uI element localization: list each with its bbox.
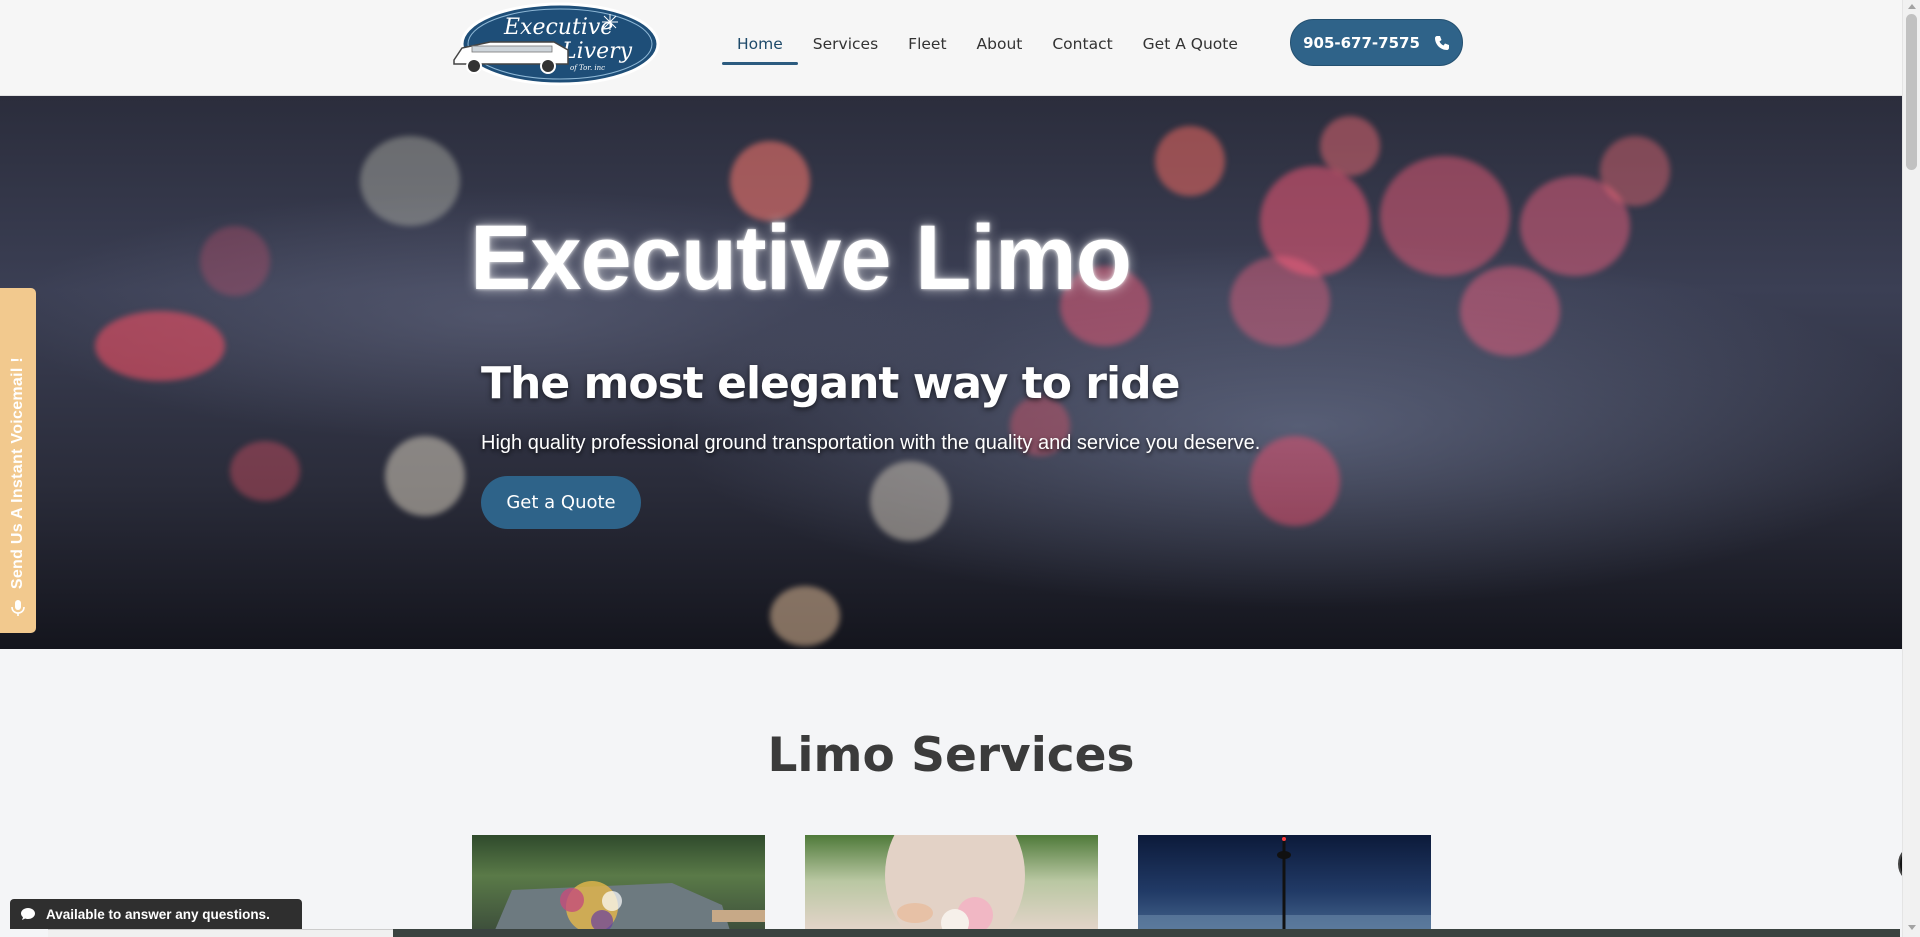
hero-banner: Executive Limo The most elegant way to r… [0, 96, 1902, 649]
hero-description: High quality professional ground transpo… [481, 432, 1261, 454]
voicemail-label: Send Us A Instant Voicemail ! [9, 356, 26, 589]
logo-text-executive: Executive [503, 15, 613, 40]
bottom-bar-input [48, 929, 393, 937]
service-card-wedding-car[interactable] [472, 835, 765, 937]
bokeh-light [1250, 436, 1340, 526]
service-image-cn-tower [1138, 835, 1431, 937]
main-nav: Home Services Fleet About Contact Get A … [722, 22, 1253, 66]
bokeh-light [1600, 136, 1670, 206]
logo-text-inc: of Tor. inc [570, 64, 605, 72]
phone-number: 905-677-7575 [1303, 33, 1420, 52]
bokeh-light [1460, 266, 1560, 356]
microphone-icon [11, 600, 25, 616]
hero-title: Executive Limo [470, 207, 1132, 309]
service-image-wedding-car [492, 881, 765, 937]
bokeh-light [385, 436, 465, 516]
get-a-quote-button[interactable]: Get a Quote [481, 476, 641, 529]
hero-subtitle: The most elegant way to ride [481, 358, 1180, 409]
service-card-bride[interactable] [805, 835, 1098, 937]
bokeh-light [1380, 156, 1510, 276]
bokeh-light [360, 136, 460, 226]
nav-services[interactable]: Services [798, 25, 893, 63]
service-image-bride [885, 835, 1025, 937]
phone-call-button[interactable]: 905-677-7575 [1290, 19, 1463, 66]
page-scrollbar[interactable] [1902, 0, 1920, 937]
nav-home[interactable]: Home [722, 25, 798, 65]
chat-label: Available to answer any questions. [46, 906, 270, 922]
bokeh-light [200, 226, 270, 296]
bokeh-light [1230, 256, 1330, 346]
bokeh-light [870, 461, 950, 541]
scrollbar-thumb[interactable] [1906, 14, 1917, 170]
service-card-city-tour[interactable] [1138, 835, 1431, 937]
logo-text-livery: Livery [561, 39, 633, 64]
nav-get-a-quote[interactable]: Get A Quote [1128, 25, 1253, 63]
scroll-down-arrow-icon[interactable] [1908, 925, 1916, 930]
nav-contact[interactable]: Contact [1037, 25, 1127, 63]
scroll-up-arrow-icon[interactable] [1908, 4, 1916, 9]
site-logo[interactable]: Executive Livery of Tor. inc [450, 2, 660, 86]
nav-fleet[interactable]: Fleet [893, 25, 961, 63]
logo-snowflake-icon [602, 14, 618, 30]
bokeh-light [1155, 126, 1225, 196]
voicemail-tab[interactable]: Send Us A Instant Voicemail ! [0, 288, 36, 633]
bokeh-light [95, 311, 225, 381]
site-header: Executive Livery of Tor. inc Home Servic… [0, 0, 1902, 96]
chat-bubble-icon [10, 899, 46, 929]
bokeh-light [770, 586, 840, 646]
phone-icon [1434, 35, 1449, 50]
nav-about[interactable]: About [962, 25, 1038, 63]
chat-widget[interactable]: Available to answer any questions. [10, 899, 302, 929]
bokeh-light [230, 441, 300, 501]
services-section-title: Limo Services [767, 728, 1135, 783]
